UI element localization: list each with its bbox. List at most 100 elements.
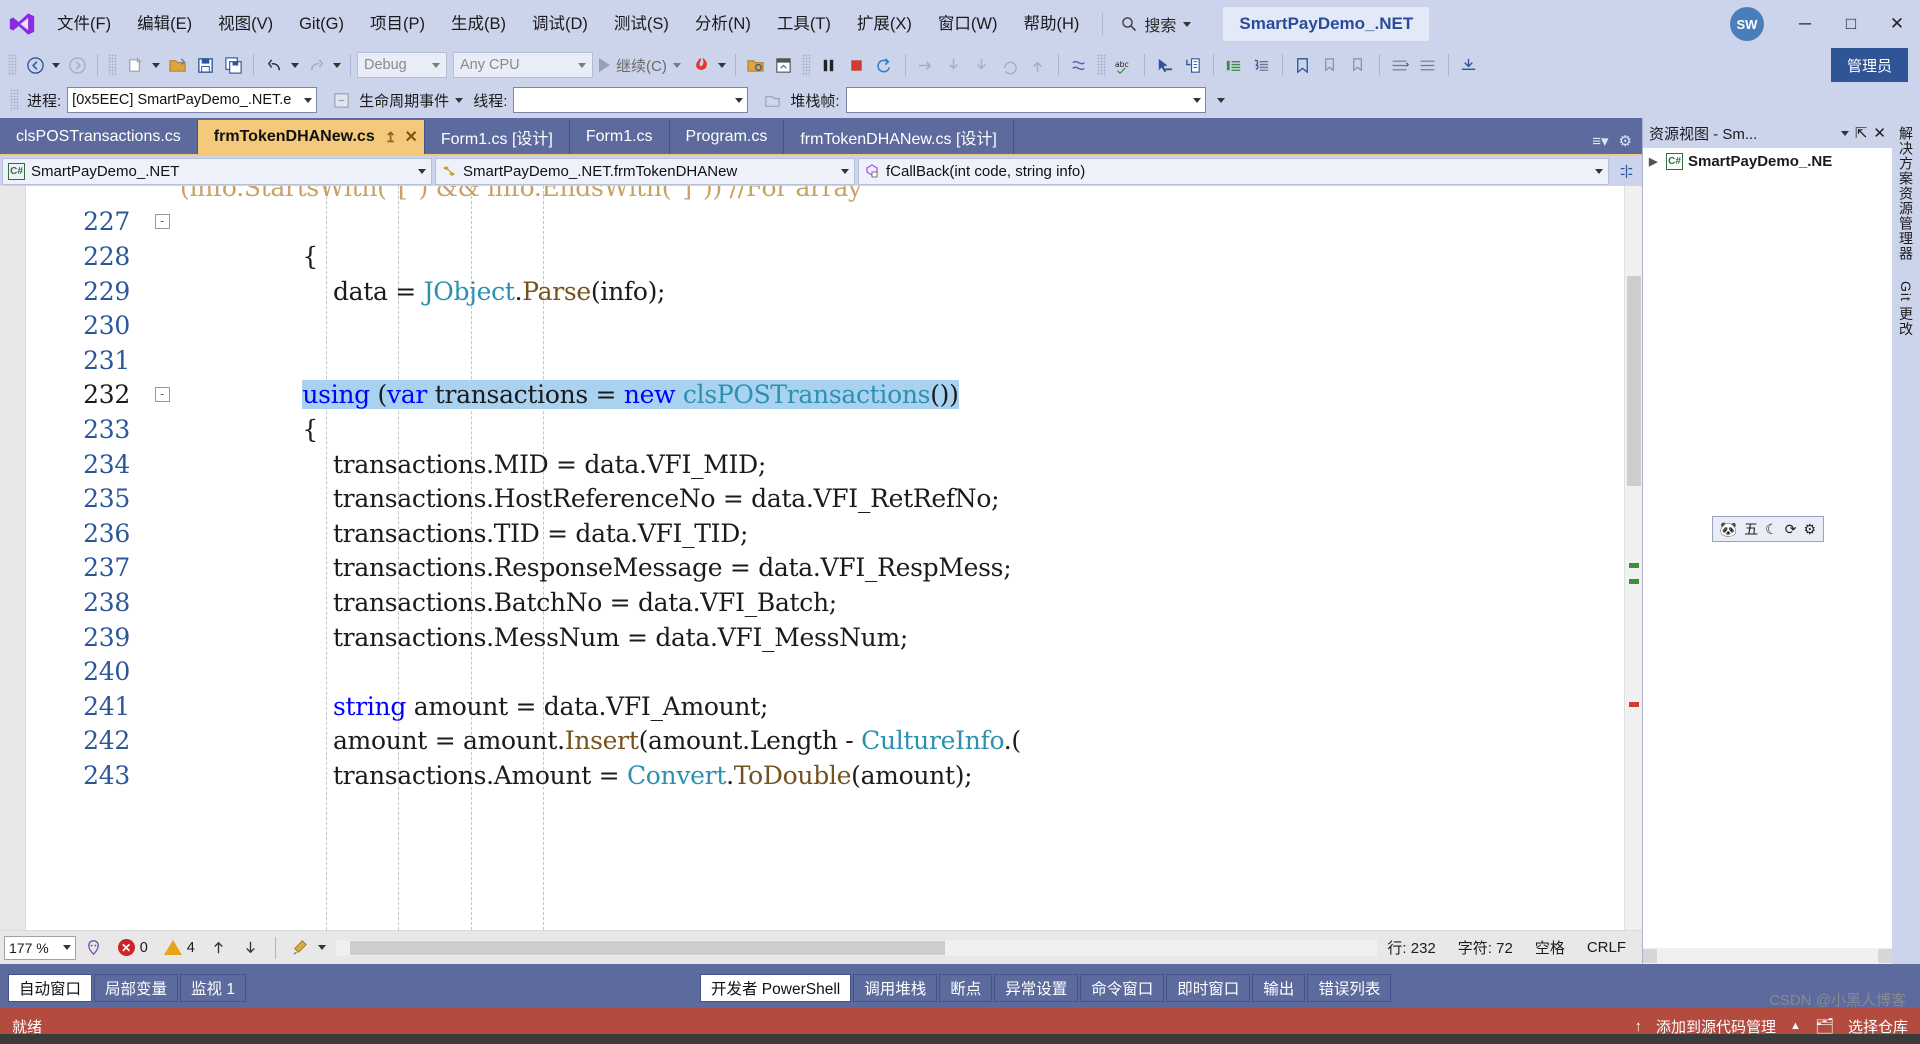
- fold-toggle[interactable]: -: [154, 387, 170, 403]
- restart-icon[interactable]: [871, 52, 899, 78]
- menu-item-2[interactable]: 视图(V): [205, 0, 286, 48]
- thread-dropdown[interactable]: [513, 87, 749, 113]
- toolbar-grip[interactable]: [8, 54, 17, 76]
- cleanup-dropdown-icon[interactable]: [317, 945, 326, 950]
- editor-indicator-margin[interactable]: [0, 186, 26, 930]
- fold-margin[interactable]: -: [144, 387, 180, 403]
- document-tab-4[interactable]: Program.cs: [669, 120, 785, 154]
- step-over-icon[interactable]: [912, 52, 940, 78]
- platform-dropdown[interactable]: Any CPU: [453, 52, 593, 78]
- step-down-icon[interactable]: [968, 52, 996, 78]
- process-dropdown[interactable]: [0x5EEC] SmartPayDemo_.NET.e: [67, 87, 318, 113]
- code-line-229[interactable]: 229 data = JObject.Parse(info);: [26, 274, 1624, 309]
- refresh-icon[interactable]: ⟳: [1785, 521, 1797, 538]
- bottom-tab-right-6[interactable]: 输出: [1252, 974, 1306, 1002]
- chevron-down-icon[interactable]: [1840, 130, 1849, 136]
- stackframe-dropdown[interactable]: [845, 87, 1206, 113]
- expander-icon[interactable]: ▶: [1649, 155, 1661, 168]
- bottom-tab-right-2[interactable]: 断点: [939, 974, 993, 1002]
- code-line-227[interactable]: 227 -: [26, 205, 1624, 240]
- bottom-tab-right-7[interactable]: 错误列表: [1307, 974, 1392, 1002]
- maximize-button[interactable]: □: [1828, 0, 1874, 48]
- save-icon[interactable]: [191, 52, 219, 78]
- bottom-tab-left-0[interactable]: 自动窗口: [8, 974, 93, 1002]
- bottom-tab-left-1[interactable]: 局部变量: [94, 974, 179, 1002]
- search-input[interactable]: 搜索: [1113, 9, 1199, 39]
- code-line-231[interactable]: 231: [26, 343, 1624, 378]
- code-line-228[interactable]: 228 {: [26, 239, 1624, 274]
- bottom-tab-right-5[interactable]: 即时窗口: [1166, 974, 1251, 1002]
- code-line-230[interactable]: 230: [26, 308, 1624, 343]
- menu-item-6[interactable]: 调试(D): [519, 0, 601, 48]
- menu-item-8[interactable]: 分析(N): [682, 0, 764, 48]
- code-line-241[interactable]: 241 string amount = data.VFI_Amount;: [26, 689, 1624, 724]
- tool-tab-solution-explorer[interactable]: 解决方案资源管理器: [1896, 126, 1916, 261]
- code-line-238[interactable]: 238 transactions.BatchNo = data.VFI_Batc…: [26, 585, 1624, 620]
- navigate-back-icon[interactable]: [21, 52, 49, 78]
- lifecycle-events-icon[interactable]: [327, 87, 355, 113]
- window-layout-icon[interactable]: [770, 52, 798, 78]
- lifecycle-dropdown-icon[interactable]: [455, 97, 464, 103]
- attach-debugger-icon[interactable]: [1455, 52, 1483, 78]
- eol-indicator[interactable]: CRLF: [1587, 939, 1626, 956]
- menu-item-10[interactable]: 扩展(X): [844, 0, 925, 48]
- step-out-icon[interactable]: [1024, 52, 1052, 78]
- code-editor[interactable]: (info.StartsWith("[") && info.EndsWith("…: [0, 186, 1642, 930]
- source-control-caret-icon[interactable]: ▲: [1790, 1020, 1801, 1032]
- stack-frame-icon[interactable]: [758, 87, 786, 113]
- code-line-234[interactable]: 234 transactions.MID = data.VFI_MID;: [26, 447, 1624, 482]
- gear-icon[interactable]: ⚙: [1803, 521, 1816, 538]
- step-into-icon[interactable]: [940, 52, 968, 78]
- collapse-icon[interactable]: [1414, 52, 1442, 78]
- floating-mini-toolbar[interactable]: 🐼 五 ☾ ⟳ ⚙: [1711, 516, 1824, 542]
- zoom-dropdown[interactable]: 177 %: [4, 935, 76, 960]
- document-tab-5[interactable]: frmTokenDHANew.cs [设计]: [784, 120, 1014, 154]
- continue-button[interactable]: 继续(C): [593, 51, 687, 79]
- bottom-tab-right-0[interactable]: 开发者 PowerShell: [700, 974, 852, 1002]
- hot-reload-icon[interactable]: [687, 52, 715, 78]
- horizontal-scrollbar[interactable]: [335, 939, 1378, 956]
- hscroll-right-arrow[interactable]: [1878, 949, 1892, 963]
- document-tab-1[interactable]: frmTokenDHANew.cs ↥ ✕: [197, 120, 425, 154]
- undo-icon[interactable]: [260, 52, 288, 78]
- code-line-232[interactable]: 232 - using (var transactions = new clsPO…: [26, 378, 1624, 413]
- new-item-dropdown[interactable]: [149, 52, 163, 78]
- configuration-dropdown[interactable]: Debug: [357, 52, 447, 78]
- fold-toggle[interactable]: -: [154, 214, 170, 230]
- tree-item-root[interactable]: ▶ C# SmartPayDemo_.NE: [1643, 148, 1892, 175]
- next-issue-icon[interactable]: [237, 935, 265, 961]
- menu-item-1[interactable]: 编辑(E): [124, 0, 205, 48]
- undo-dropdown[interactable]: [288, 52, 302, 78]
- split-view-icon[interactable]: [1612, 158, 1640, 184]
- toolbar-grip-3[interactable]: [801, 54, 811, 76]
- minimize-button[interactable]: ─: [1782, 0, 1828, 48]
- document-tab-0[interactable]: clsPOSTransactions.cs: [0, 120, 198, 154]
- code-line-243[interactable]: 243 transactions.Amount = Convert.ToDoub…: [26, 758, 1624, 793]
- code-line-233[interactable]: 233 {: [26, 412, 1624, 447]
- warning-count[interactable]: 4: [163, 940, 195, 956]
- bookmark-icon[interactable]: [1289, 52, 1317, 78]
- account-avatar[interactable]: SW: [1730, 7, 1764, 41]
- redo-icon[interactable]: [302, 52, 330, 78]
- code-line-235[interactable]: 235 transactions.HostReferenceNo = data.…: [26, 481, 1624, 516]
- toolbar-grip-4[interactable]: [1096, 54, 1106, 76]
- menu-item-11[interactable]: 窗口(W): [925, 0, 1011, 48]
- code-line-236[interactable]: 236 transactions.TID = data.VFI_TID;: [26, 516, 1624, 551]
- code-cleanup-icon[interactable]: [286, 935, 314, 961]
- code-line-239[interactable]: 239 transactions.MessNum = data.VFI_Mess…: [26, 620, 1624, 655]
- code-line-237[interactable]: 237 transactions.ResponseMessage = data.…: [26, 551, 1624, 586]
- spaces-indicator[interactable]: 空格: [1535, 937, 1565, 958]
- moon-icon[interactable]: ☾: [1765, 521, 1778, 538]
- error-count[interactable]: ✕ 0: [117, 939, 148, 956]
- class-dropdown[interactable]: SmartPayDemo_.NET.frmTokenDHANew: [435, 157, 855, 185]
- cycle-clipboard-icon[interactable]: [1065, 52, 1093, 78]
- stop-icon[interactable]: [843, 52, 871, 78]
- feedback-icon[interactable]: [80, 935, 108, 961]
- menu-item-3[interactable]: Git(G): [286, 0, 357, 48]
- vertical-scrollbar[interactable]: [1624, 186, 1642, 930]
- nav-back-dropdown[interactable]: [49, 52, 63, 78]
- code-line-242[interactable]: 242 amount = amount.Insert(amount.Length…: [26, 724, 1624, 759]
- menu-item-0[interactable]: 文件(F): [44, 0, 124, 48]
- pin-icon[interactable]: ⇱: [1855, 124, 1868, 142]
- menu-item-4[interactable]: 项目(P): [357, 0, 438, 48]
